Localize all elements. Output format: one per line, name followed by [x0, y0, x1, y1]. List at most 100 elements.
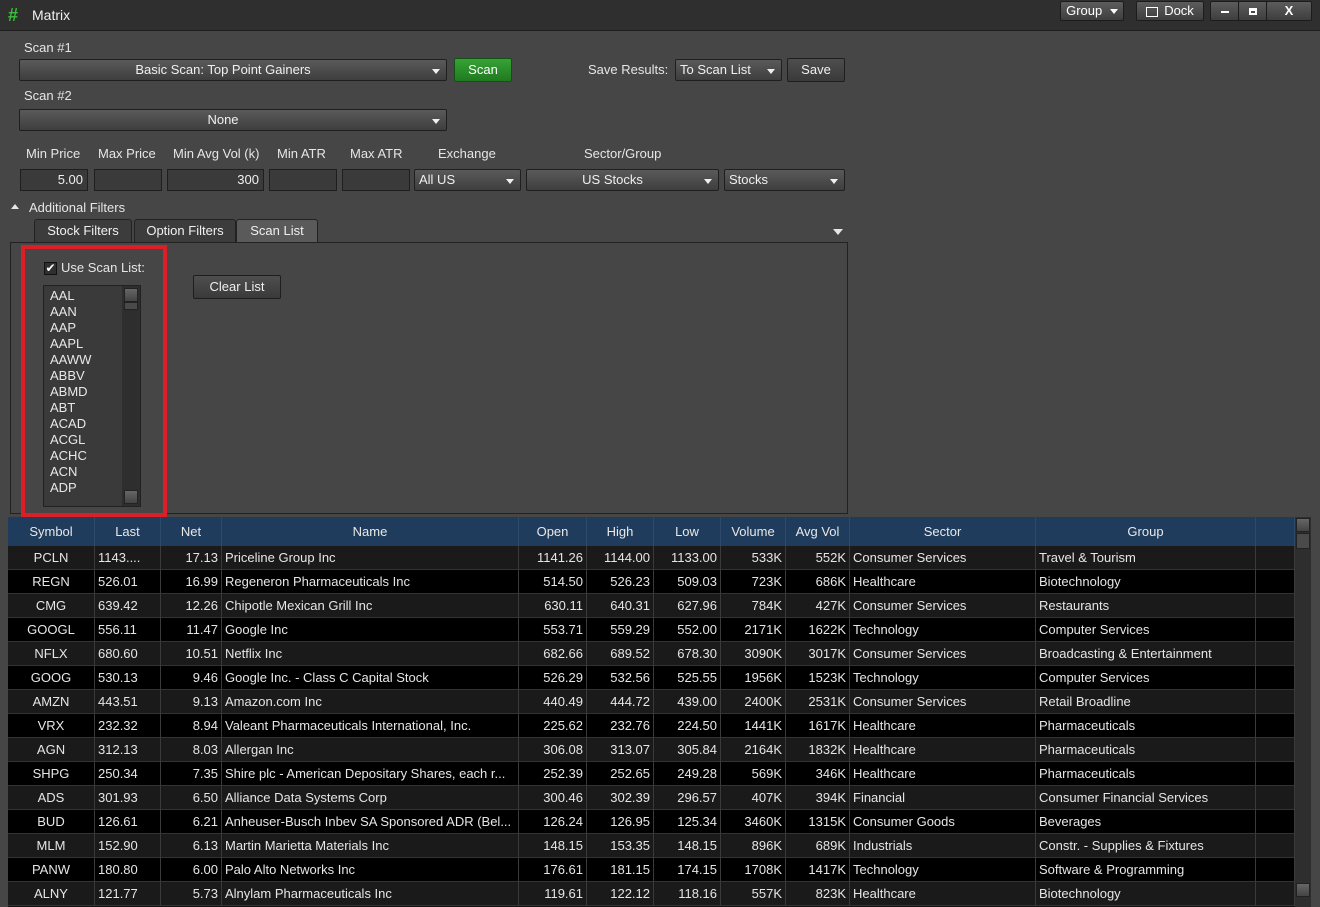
cell-open: 514.50 — [519, 570, 587, 594]
cell-sector: Consumer Goods — [850, 810, 1036, 834]
security-type-select[interactable]: Stocks — [724, 169, 845, 191]
cell-group: Beverages — [1036, 810, 1256, 834]
grid-scrollbar[interactable] — [1295, 517, 1311, 907]
cell-last: 312.13 — [95, 738, 161, 762]
scan1-select[interactable]: Basic Scan: Top Point Gainers — [19, 59, 447, 81]
table-row[interactable]: REGN 526.01 16.99 Regeneron Pharmaceuticals… — [8, 570, 1295, 594]
column-header-net[interactable]: Net — [161, 517, 222, 546]
max-price-input[interactable] — [94, 169, 162, 191]
grid-header: Symbol Last Net Name Open High Low Volume Avg Vo… — [8, 517, 1295, 546]
column-header-high[interactable]: High — [587, 517, 654, 546]
table-row[interactable]: PANW 180.80 6.00 Palo Alto Networks Inc 176.… — [8, 858, 1295, 882]
column-header-low[interactable]: Low — [654, 517, 721, 546]
chevron-down-icon — [432, 119, 440, 124]
column-header-symbol[interactable]: Symbol — [8, 517, 95, 546]
window-title: Matrix — [32, 7, 71, 23]
table-row[interactable]: SHPG 250.34 7.35 Shire plc - American Depos… — [8, 762, 1295, 786]
cell-last: 126.61 — [95, 810, 161, 834]
tab-option-filters[interactable]: Option Filters — [134, 219, 236, 243]
table-row[interactable]: AMZN 443.51 9.13 Amazon.com Inc 440.49 444.72… — [8, 690, 1295, 714]
cell-last: 301.93 — [95, 786, 161, 810]
scan2-value: None — [207, 112, 239, 127]
table-row[interactable]: ALNY 121.77 5.73 Alnylam Pharmaceuticals In… — [8, 882, 1295, 906]
scroll-thumb[interactable] — [1296, 533, 1310, 549]
save-button[interactable]: Save — [787, 58, 845, 82]
close-button[interactable]: X — [1266, 1, 1312, 21]
cell-symbol: GOOG — [8, 666, 95, 690]
scan2-label: Scan #2 — [24, 88, 72, 103]
sector-group-select[interactable]: US Stocks — [526, 169, 719, 191]
cell-avg-vol: 346K — [786, 762, 850, 786]
cell-volume: 784K — [721, 594, 786, 618]
column-header-group[interactable]: Group — [1036, 517, 1256, 546]
min-price-input[interactable]: 5.00 — [20, 169, 88, 191]
table-row[interactable]: NFLX 680.60 10.51 Netflix Inc 682.66 689.52 67… — [8, 642, 1295, 666]
cell-low: 125.34 — [654, 810, 721, 834]
column-header-avg-vol[interactable]: Avg Vol — [786, 517, 850, 546]
cell-open: 119.61 — [519, 882, 587, 906]
min-atr-input[interactable] — [269, 169, 337, 191]
minimize-button[interactable] — [1210, 1, 1240, 21]
cell-volume: 407K — [721, 786, 786, 810]
column-header-filler — [1256, 517, 1295, 546]
cell-filler — [1256, 690, 1295, 714]
column-header-open[interactable]: Open — [519, 517, 587, 546]
cell-sector: Technology — [850, 666, 1036, 690]
clear-list-button[interactable]: Clear List — [193, 275, 281, 299]
cell-symbol: SHPG — [8, 762, 95, 786]
hash-icon: # — [8, 5, 19, 25]
cell-high: 252.65 — [587, 762, 654, 786]
cell-last: 680.60 — [95, 642, 161, 666]
dock-button[interactable]: Dock — [1136, 1, 1204, 21]
scan-button[interactable]: Scan — [454, 58, 512, 82]
cell-volume: 2400K — [721, 690, 786, 714]
cell-name: Shire plc - American Depositary Shares, … — [222, 762, 519, 786]
cell-filler — [1256, 666, 1295, 690]
sector-group-label: Sector/Group — [584, 146, 662, 161]
cell-high: 153.35 — [587, 834, 654, 858]
cell-sector: Healthcare — [850, 762, 1036, 786]
tab-stock-filters[interactable]: Stock Filters — [34, 219, 132, 243]
cell-low: 509.03 — [654, 570, 721, 594]
maximize-button[interactable] — [1238, 1, 1268, 21]
cell-open: 176.61 — [519, 858, 587, 882]
scroll-up-icon[interactable] — [1296, 518, 1310, 532]
tabs-menu-icon[interactable] — [833, 229, 843, 235]
cell-open: 300.46 — [519, 786, 587, 810]
cell-open: 440.49 — [519, 690, 587, 714]
cell-avg-vol: 1622K — [786, 618, 850, 642]
table-row[interactable]: GOOGL 556.11 11.47 Google Inc 553.71 559.29 55… — [8, 618, 1295, 642]
cell-net: 6.50 — [161, 786, 222, 810]
cell-group: Pharmaceuticals — [1036, 738, 1256, 762]
column-header-name[interactable]: Name — [222, 517, 519, 546]
cell-sector: Healthcare — [850, 570, 1036, 594]
exchange-select[interactable]: All US — [414, 169, 521, 191]
cell-avg-vol: 1617K — [786, 714, 850, 738]
table-row[interactable]: ADS 301.93 6.50 Alliance Data Systems Corp 3… — [8, 786, 1295, 810]
table-row[interactable]: PCLN 1143.... 17.13 Priceline Group Inc 1141… — [8, 546, 1295, 570]
table-row[interactable]: VRX 232.32 8.94 Valeant Pharmaceuticals Int… — [8, 714, 1295, 738]
table-row[interactable]: AGN 312.13 8.03 Allergan Inc 306.08 313.07 305… — [8, 738, 1295, 762]
scan2-select[interactable]: None — [19, 109, 447, 131]
maximize-icon — [1249, 8, 1257, 16]
group-button[interactable]: Group — [1060, 1, 1124, 21]
table-row[interactable]: CMG 639.42 12.26 Chipotle Mexican Grill Inc… — [8, 594, 1295, 618]
max-atr-input[interactable] — [342, 169, 410, 191]
cell-group: Computer Services — [1036, 666, 1256, 690]
additional-filters-toggle[interactable]: Additional Filters — [29, 200, 125, 215]
column-header-sector[interactable]: Sector — [850, 517, 1036, 546]
column-header-last[interactable]: Last — [95, 517, 161, 546]
column-header-volume[interactable]: Volume — [721, 517, 786, 546]
cell-filler — [1256, 834, 1295, 858]
save-results-select[interactable]: To Scan List — [675, 59, 782, 81]
cell-low: 224.50 — [654, 714, 721, 738]
tab-scan-list[interactable]: Scan List — [236, 219, 318, 243]
table-row[interactable]: BUD 126.61 6.21 Anheuser-Busch Inbev SA Spo… — [8, 810, 1295, 834]
collapse-icon[interactable] — [11, 204, 19, 209]
cell-last: 152.90 — [95, 834, 161, 858]
scroll-down-icon[interactable] — [1296, 883, 1310, 897]
table-row[interactable]: MLM 152.90 6.13 Martin Marietta Materials I… — [8, 834, 1295, 858]
cell-symbol: ALNY — [8, 882, 95, 906]
min-avg-vol-input[interactable]: 300 — [167, 169, 264, 191]
table-row[interactable]: GOOG 530.13 9.46 Google Inc. - Class C Capi… — [8, 666, 1295, 690]
